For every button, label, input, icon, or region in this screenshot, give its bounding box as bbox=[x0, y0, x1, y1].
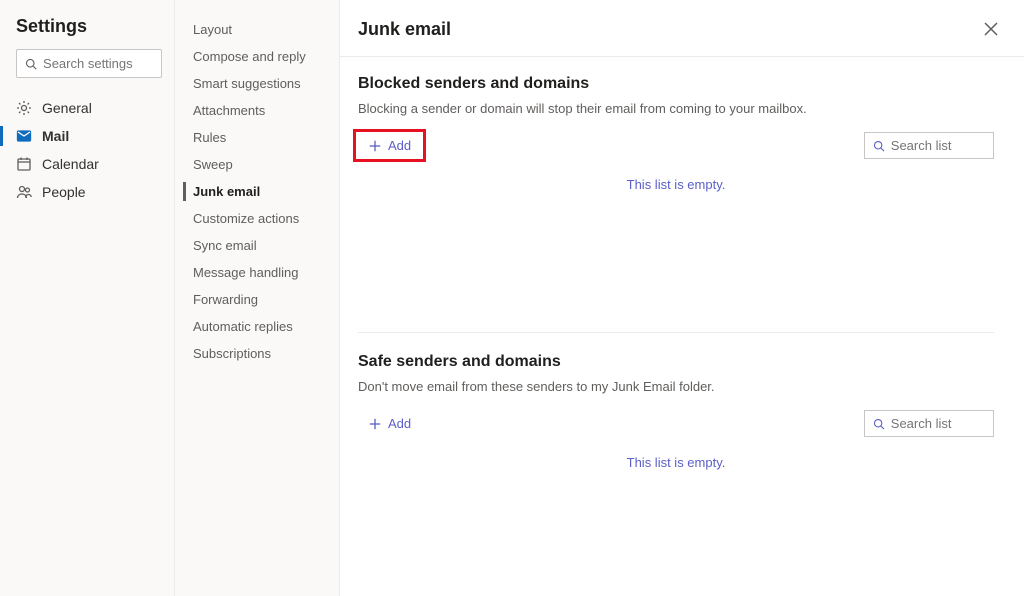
blocked-add-button[interactable]: Add bbox=[358, 134, 421, 157]
plus-icon bbox=[368, 139, 382, 153]
blocked-empty-message: This list is empty. bbox=[358, 169, 994, 292]
sub-layout[interactable]: Layout bbox=[175, 16, 339, 43]
search-icon bbox=[25, 57, 37, 71]
sub-forwarding[interactable]: Forwarding bbox=[175, 286, 339, 313]
people-icon bbox=[16, 184, 32, 200]
blocked-search[interactable] bbox=[864, 132, 994, 159]
sub-sweep[interactable]: Sweep bbox=[175, 151, 339, 178]
sub-sync-email[interactable]: Sync email bbox=[175, 232, 339, 259]
blocked-section: Blocked senders and domains Blocking a s… bbox=[358, 75, 994, 292]
sub-rules[interactable]: Rules bbox=[175, 124, 339, 151]
mail-icon bbox=[16, 128, 32, 144]
safe-search[interactable] bbox=[864, 410, 994, 437]
section-divider bbox=[358, 332, 994, 333]
safe-empty-message: This list is empty. bbox=[358, 447, 994, 590]
category-label: People bbox=[42, 184, 86, 200]
sub-compose-reply[interactable]: Compose and reply bbox=[175, 43, 339, 70]
blocked-add-label: Add bbox=[388, 138, 411, 153]
gear-icon bbox=[16, 100, 32, 116]
safe-search-input[interactable] bbox=[891, 416, 985, 431]
blocked-desc: Blocking a sender or domain will stop th… bbox=[358, 101, 994, 116]
close-button[interactable] bbox=[976, 14, 1006, 44]
safe-add-label: Add bbox=[388, 416, 411, 431]
sub-smart-suggestions[interactable]: Smart suggestions bbox=[175, 70, 339, 97]
category-calendar[interactable]: Calendar bbox=[6, 150, 162, 178]
calendar-icon bbox=[16, 156, 32, 172]
sub-message-handling[interactable]: Message handling bbox=[175, 259, 339, 286]
safe-section: Safe senders and domains Don't move emai… bbox=[358, 353, 994, 590]
close-icon bbox=[983, 21, 999, 37]
category-label: Mail bbox=[42, 128, 69, 144]
category-mail[interactable]: Mail bbox=[6, 122, 162, 150]
category-general[interactable]: General bbox=[6, 94, 162, 122]
blocked-title: Blocked senders and domains bbox=[358, 75, 994, 93]
safe-add-button[interactable]: Add bbox=[358, 412, 421, 435]
sub-junk-email[interactable]: Junk email bbox=[175, 178, 339, 205]
safe-title: Safe senders and domains bbox=[358, 353, 994, 371]
blocked-search-input[interactable] bbox=[891, 138, 985, 153]
category-label: Calendar bbox=[42, 156, 99, 172]
sub-attachments[interactable]: Attachments bbox=[175, 97, 339, 124]
plus-icon bbox=[368, 417, 382, 431]
sub-customize-actions[interactable]: Customize actions bbox=[175, 205, 339, 232]
category-people[interactable]: People bbox=[6, 178, 162, 206]
category-label: General bbox=[42, 100, 92, 116]
search-icon bbox=[873, 417, 885, 431]
settings-search-input[interactable] bbox=[43, 56, 153, 71]
settings-title: Settings bbox=[16, 16, 162, 37]
subcategory-list: Layout Compose and reply Smart suggestio… bbox=[175, 16, 339, 367]
page-title: Junk email bbox=[358, 19, 451, 40]
search-icon bbox=[873, 139, 885, 153]
sub-automatic-replies[interactable]: Automatic replies bbox=[175, 313, 339, 340]
settings-search[interactable] bbox=[16, 49, 162, 78]
sub-subscriptions[interactable]: Subscriptions bbox=[175, 340, 339, 367]
safe-desc: Don't move email from these senders to m… bbox=[358, 379, 994, 394]
